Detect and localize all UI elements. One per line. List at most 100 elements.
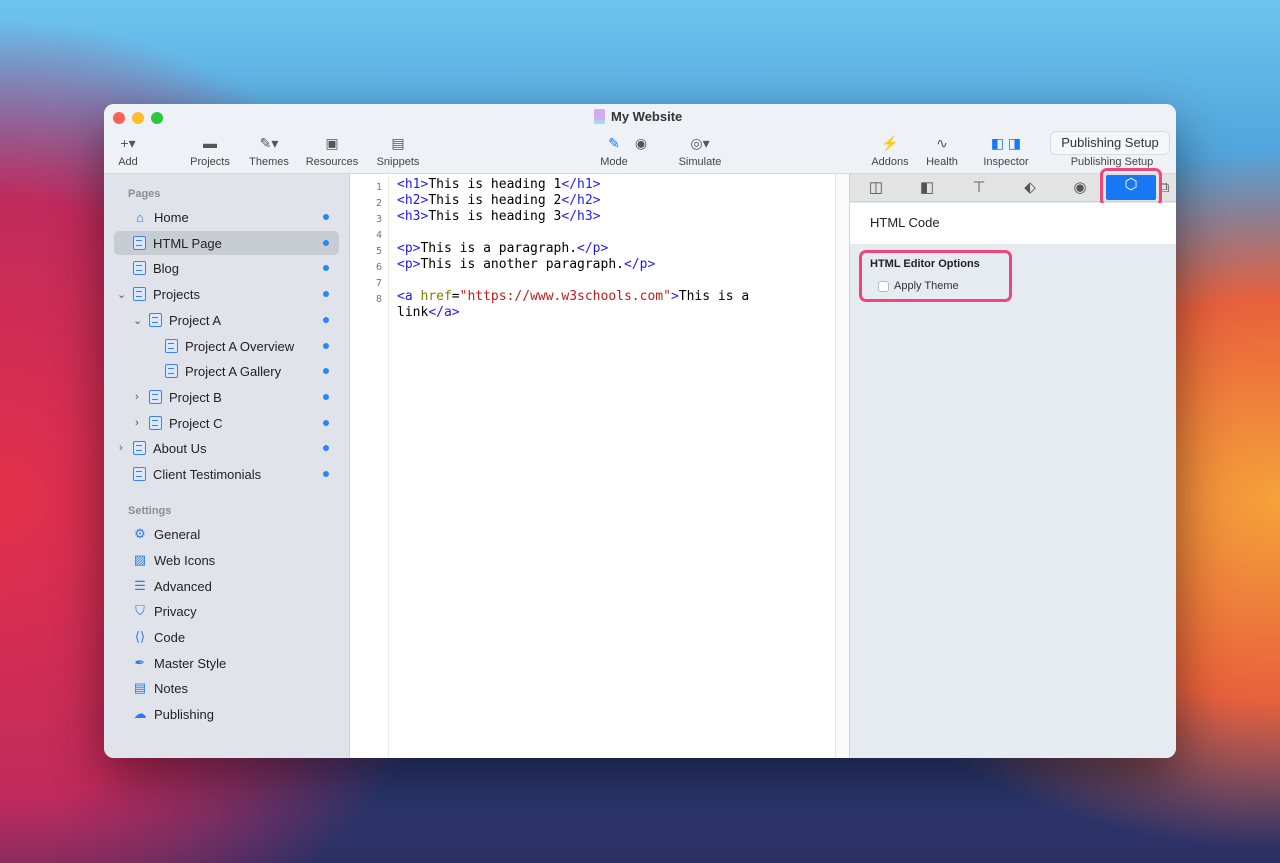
code-token: </a> [428, 305, 460, 320]
add-button[interactable]: +▾ Add [114, 134, 142, 169]
item-label: Advanced [154, 578, 212, 594]
archive-icon: ▬ [203, 135, 217, 151]
home-icon: ⌂ [136, 209, 144, 225]
sidebar-layout-tab-icon[interactable]: ◧ [917, 178, 937, 198]
highlight-box [1100, 168, 1162, 207]
addons-button[interactable]: ⚡ Addons [868, 134, 912, 169]
code-token: > [670, 289, 679, 304]
window-title: My Website [594, 109, 682, 124]
chevron-down-icon[interactable]: ⌄ [133, 314, 142, 327]
line-number: 7 [375, 278, 382, 289]
item-label: Project A [169, 312, 222, 328]
themes-button[interactable]: ✎▾ Themes [247, 134, 291, 169]
sidebar-item-project-c[interactable]: › Project C [114, 411, 339, 435]
line-number: 4 [375, 230, 382, 241]
code-line: <p>This is another paragraph.</p> [397, 257, 655, 272]
status-dot [323, 343, 329, 349]
item-label: Project A Overview [185, 338, 295, 354]
item-label: Client Testimonials [153, 466, 262, 482]
sidebar-item-about-us[interactable]: › About Us [114, 436, 339, 460]
layout-tab-icon[interactable]: ◫ [866, 178, 886, 198]
code-token: This is heading 3 [428, 209, 562, 224]
item-label: Privacy [154, 603, 197, 619]
editor-scrollbar[interactable] [835, 174, 849, 758]
preview-button[interactable]: ◉ [630, 134, 652, 152]
header-layout-tab-icon[interactable]: ⊤ [969, 178, 989, 198]
minimize-button[interactable] [132, 112, 144, 124]
chevron-right-icon[interactable]: › [119, 442, 123, 454]
resources-label: Resources [305, 156, 359, 168]
settings-item-master-style[interactable]: ✒ Master Style [114, 651, 339, 675]
simulate-button[interactable]: ◎▾ Simulate [676, 134, 724, 169]
code-token: This is heading 1 [428, 177, 562, 192]
mode-label: Mode [600, 156, 628, 168]
code-token: = [451, 289, 460, 304]
code-token: This is heading 2 [428, 193, 562, 208]
settings-item-web-icons[interactable]: ▨ Web Icons [114, 548, 339, 572]
settings-item-advanced[interactable]: ☰ Advanced [114, 574, 339, 598]
status-dot [323, 214, 329, 220]
line-number: 3 [375, 214, 382, 225]
code-token: </h3> [561, 209, 601, 224]
status-dot [323, 471, 329, 477]
code-line: <p>This is a paragraph.</p> [397, 241, 608, 256]
tag-tab-icon[interactable]: ⬖ [1020, 178, 1040, 198]
projects-button[interactable]: ▬ Projects [188, 134, 232, 168]
item-label: HTML Page [153, 235, 222, 251]
status-dot [323, 394, 329, 400]
sidebar-item-project-b[interactable]: › Project B [114, 385, 339, 409]
snippets-label: Snippets [376, 156, 420, 168]
chevron-down-icon[interactable]: ⌄ [117, 288, 126, 301]
eyedropper-icon: ✒ [134, 655, 146, 670]
code-token: link [397, 305, 429, 320]
mode-button[interactable]: ✎ Mode [598, 134, 630, 169]
sidebar-item-project-a[interactable]: ⌄ Project A [114, 308, 339, 332]
code-line: link</a> [397, 305, 460, 320]
settings-item-notes[interactable]: ▤ Notes [114, 676, 339, 700]
sidebar-item-project-a-overview[interactable]: Project A Overview [114, 334, 339, 358]
settings-item-general[interactable]: ⚙ General [114, 522, 339, 546]
page-icon [149, 416, 162, 430]
zoom-button[interactable] [151, 112, 163, 124]
photos-icon: ▣ [325, 134, 339, 151]
item-label: Home [154, 209, 189, 225]
page-icon [149, 390, 162, 404]
circle-tab-icon[interactable]: ◉ [1070, 178, 1090, 198]
sidebar-item-project-a-gallery[interactable]: Project A Gallery [114, 359, 339, 383]
settings-item-privacy[interactable]: ⛉ Privacy [114, 599, 339, 623]
projects-label: Projects [190, 156, 230, 168]
gear-icon: ⚙ [134, 526, 146, 541]
item-label: About Us [153, 440, 207, 456]
page-icon [149, 313, 162, 327]
settings-item-code[interactable]: ⟨⟩ Code [114, 625, 339, 649]
document-icon [594, 109, 605, 124]
inspector-toggle[interactable]: ◧ ◨ Inspector [976, 134, 1036, 169]
simulate-icon: ◎▾ [690, 134, 710, 151]
sidebar-item-client-testimonials[interactable]: Client Testimonials [114, 462, 339, 486]
item-label: Projects [153, 286, 200, 302]
page-icon [133, 236, 146, 250]
snippets-button[interactable]: ▤ Snippets [374, 134, 422, 169]
page-icon [165, 364, 178, 378]
sidebar-item-blog[interactable]: Blog [114, 256, 339, 280]
settings-item-publishing[interactable]: ☁ Publishing [114, 702, 339, 726]
item-label: Project A Gallery [185, 363, 282, 379]
sidebar-item-html-page[interactable]: HTML Page [114, 231, 339, 255]
code-token: </p> [623, 257, 656, 272]
item-label: Project B [169, 389, 222, 405]
resources-button[interactable]: ▣ Resources [304, 134, 360, 169]
code-editor[interactable]: <h1>This is heading 1</h1> <h2>This is he… [390, 174, 835, 758]
sidebar-item-home[interactable]: ⌂ Home [114, 205, 339, 229]
shield-icon: ⛉ [135, 603, 145, 618]
close-button[interactable] [113, 112, 125, 124]
toolbar: My Website +▾ Add ▬ Projects ✎▾ Themes ▣ Res… [104, 104, 1176, 174]
sidebar-item-projects[interactable]: ⌄ Projects [114, 282, 339, 306]
item-label: Code [154, 629, 186, 645]
publishing-setup-button[interactable]: Publishing Setup [1050, 131, 1170, 155]
page-icon [133, 261, 146, 275]
chevron-right-icon[interactable]: › [135, 417, 139, 429]
health-button[interactable]: ∿ Health [922, 134, 962, 169]
chevron-right-icon[interactable]: › [135, 391, 139, 403]
line-number-gutter: 1 2 3 4 5 6 7 8 [350, 174, 389, 758]
code-line: <h3>This is heading 3</h3> [397, 209, 601, 224]
